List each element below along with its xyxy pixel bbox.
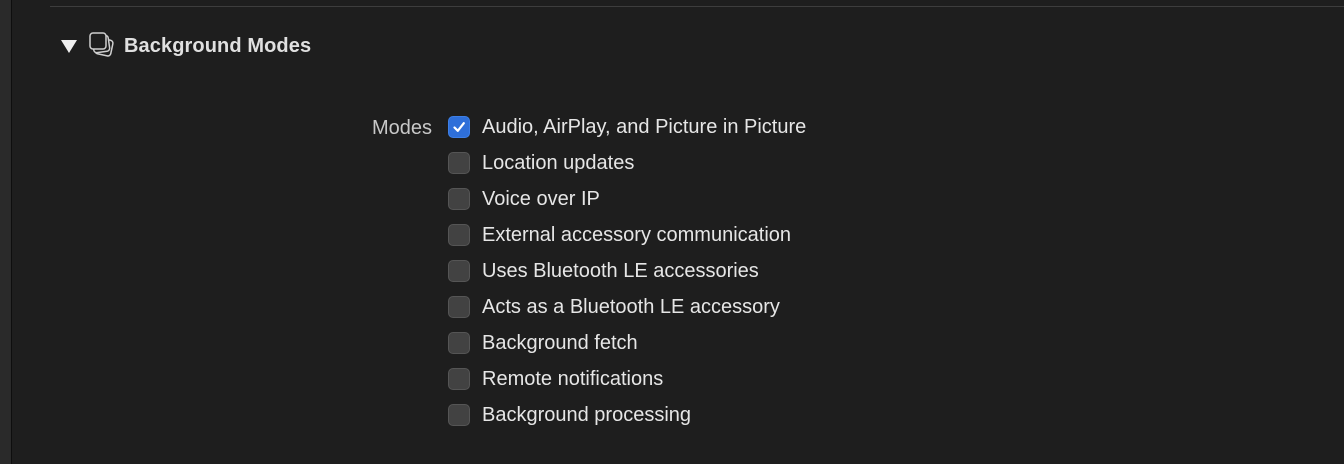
section-divider — [50, 6, 1344, 7]
checkbox[interactable] — [448, 152, 470, 174]
modes-label: Modes — [371, 117, 432, 139]
mode-label: Background fetch — [482, 331, 638, 354]
modes-list: Audio, AirPlay, and Picture in Picture Lo… — [448, 109, 806, 433]
checkbox[interactable] — [448, 296, 470, 318]
checkbox[interactable] — [448, 188, 470, 210]
window-left-edge — [0, 0, 12, 464]
mode-label: Voice over IP — [482, 187, 600, 210]
checkbox[interactable] — [448, 332, 470, 354]
section-title: Background Modes — [124, 34, 312, 57]
mode-item-audio-airplay-and-picture-in-picture[interactable]: Audio, AirPlay, and Picture in Picture — [448, 109, 806, 145]
checkbox[interactable] — [448, 224, 470, 246]
checkbox[interactable] — [448, 368, 470, 390]
mode-label: Audio, AirPlay, and Picture in Picture — [482, 115, 807, 138]
checkbox[interactable] — [448, 116, 470, 138]
mode-label: Acts as a Bluetooth LE accessory — [482, 295, 780, 318]
mode-label: Location updates — [482, 151, 635, 174]
mode-item-background-fetch[interactable]: Background fetch — [448, 325, 806, 361]
mode-item-external-accessory-communication[interactable]: External accessory communication — [448, 217, 806, 253]
checkbox[interactable] — [448, 260, 470, 282]
mode-item-remote-notifications[interactable]: Remote notifications — [448, 361, 806, 397]
mode-item-voice-over-ip[interactable]: Voice over IP — [448, 181, 806, 217]
mode-item-location-updates[interactable]: Location updates — [448, 145, 806, 181]
mode-item-background-processing[interactable]: Background processing — [448, 397, 806, 433]
background-modes-icon — [86, 29, 120, 63]
checkbox[interactable] — [448, 404, 470, 426]
mode-label: Background processing — [482, 403, 692, 426]
checkmark-icon — [453, 122, 465, 132]
capabilities-pane: Background Modes Modes Audio, AirPlay, a… — [0, 0, 1344, 464]
mode-label: External accessory communication — [482, 223, 792, 246]
mode-item-acts-as-a-bluetooth-le-accessory[interactable]: Acts as a Bluetooth LE accessory — [448, 289, 806, 325]
disclosure-triangle-icon[interactable] — [58, 35, 80, 57]
mode-label: Uses Bluetooth LE accessories — [482, 259, 759, 282]
background-modes-header: Background Modes — [58, 30, 311, 62]
mode-label: Remote notifications — [482, 367, 664, 390]
mode-item-uses-bluetooth-le-accessories[interactable]: Uses Bluetooth LE accessories — [448, 253, 806, 289]
